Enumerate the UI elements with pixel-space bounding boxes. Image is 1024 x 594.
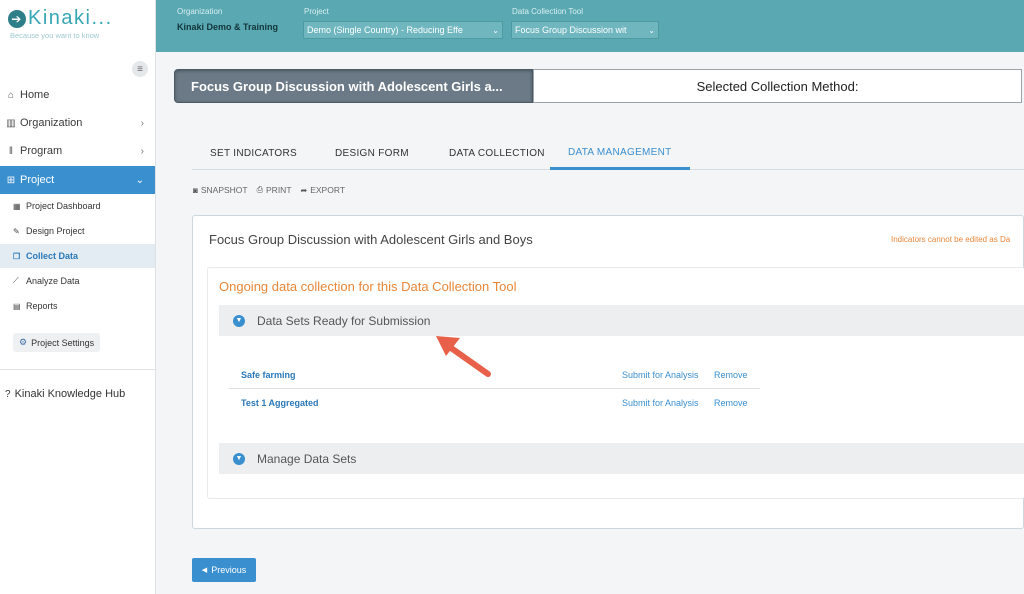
tool-select-value: Focus Group Discussion wit bbox=[515, 25, 627, 35]
panel-title: Focus Group Discussion with Adolescent G… bbox=[209, 232, 533, 247]
sidebar-subitem-label: Collect Data bbox=[26, 251, 79, 261]
sidebar: ➔ Kinaki... Because you want to know ≡ ⌂… bbox=[0, 0, 156, 594]
remove-link[interactable]: Remove bbox=[714, 398, 748, 408]
sidebar-subitem-label: Analyze Data bbox=[26, 276, 80, 286]
previous-button[interactable]: ◀ Previous bbox=[192, 558, 256, 582]
tool-select[interactable]: Focus Group Discussion wit ⌄ bbox=[511, 21, 659, 39]
sidebar-item-project[interactable]: ⊞ Project ⌄ bbox=[0, 166, 155, 194]
export-button[interactable]: ➦ EXPORT bbox=[301, 185, 346, 195]
sidebar-item-organization[interactable]: ▥ Organization › bbox=[0, 110, 155, 136]
ongoing-heading: Ongoing data collection for this Data Co… bbox=[219, 279, 517, 294]
chevron-down-icon: ⌄ bbox=[648, 25, 655, 35]
submit-for-analysis-link[interactable]: Submit for Analysis bbox=[622, 370, 699, 380]
panel-note: Indicators cannot be edited as Da bbox=[891, 235, 1011, 244]
chevron-right-icon: › bbox=[140, 117, 144, 129]
caret-left-icon: ◀ bbox=[201, 567, 208, 574]
sitemap-icon: ⊞ bbox=[6, 174, 16, 186]
snapshot-button[interactable]: ◙ SNAPSHOT bbox=[193, 185, 248, 195]
tab-bar: SET INDICATORS DESIGN FORM DATA COLLECTI… bbox=[192, 138, 1024, 170]
sidebar-item-label: Organization bbox=[20, 117, 83, 129]
table-row: Test 1 Aggregated Submit for Analysis Re… bbox=[229, 389, 760, 417]
export-label: EXPORT bbox=[310, 185, 346, 195]
columns-icon: ‖ bbox=[8, 145, 14, 157]
previous-label: Previous bbox=[211, 565, 247, 575]
sidebar-subitem-reports[interactable]: ▤ Reports bbox=[0, 294, 155, 318]
chevron-down-icon: ⌄ bbox=[135, 174, 144, 186]
logo[interactable]: ➔ Kinaki... Because you want to know bbox=[8, 7, 113, 40]
home-icon: ⌂ bbox=[7, 89, 15, 101]
print-button[interactable]: ⎙ PRINT bbox=[257, 185, 292, 195]
sidebar-subitem-label: Reports bbox=[26, 301, 58, 311]
project-label: Project bbox=[304, 7, 329, 16]
top-bar: Organization Kinaki Demo & Training Proj… bbox=[156, 0, 1024, 52]
action-toolbar: ◙ SNAPSHOT ⎙ PRINT ➦ EXPORT bbox=[193, 185, 354, 195]
data-management-panel: Focus Group Discussion with Adolescent G… bbox=[192, 215, 1024, 529]
camera-icon: ◙ bbox=[193, 185, 198, 195]
building-icon: ▥ bbox=[6, 117, 16, 129]
section-manage-data-sets[interactable]: ▼ Manage Data Sets bbox=[219, 443, 1024, 474]
snapshot-label: SNAPSHOT bbox=[200, 185, 248, 195]
chevron-down-icon: ⌄ bbox=[492, 25, 499, 35]
printer-icon: ⎙ bbox=[256, 185, 264, 194]
tab-data-collection[interactable]: DATA COLLECTION bbox=[449, 138, 545, 169]
sidebar-divider bbox=[0, 369, 155, 370]
gear-icon: ⚙ bbox=[19, 337, 28, 347]
tab-set-indicators[interactable]: SET INDICATORS bbox=[210, 138, 297, 169]
project-select[interactable]: Demo (Single Country) - Reducing Effe ⌄ bbox=[303, 21, 503, 39]
file-icon: ▤ bbox=[13, 301, 21, 311]
project-settings-label: Project Settings bbox=[31, 337, 95, 348]
logo-tagline: Because you want to know bbox=[10, 31, 100, 40]
tab-design-form[interactable]: DESIGN FORM bbox=[335, 138, 409, 169]
organization-label: Organization bbox=[177, 7, 223, 16]
tool-label: Data Collection Tool bbox=[512, 7, 584, 16]
submit-for-analysis-link[interactable]: Submit for Analysis bbox=[622, 398, 699, 408]
copy-icon: ❐ bbox=[13, 251, 21, 261]
sidebar-item-label: Project bbox=[20, 174, 55, 186]
annotation-arrow-icon bbox=[436, 336, 491, 377]
sidebar-item-program[interactable]: ‖ Program › bbox=[0, 138, 155, 164]
organization-value[interactable]: Kinaki Demo & Training bbox=[177, 22, 278, 32]
sidebar-item-knowledge-hub[interactable]: ? Kinaki Knowledge Hub bbox=[5, 388, 125, 400]
sidebar-item-home[interactable]: ⌂ Home bbox=[0, 82, 155, 108]
section-ready-label: Data Sets Ready for Submission bbox=[257, 313, 431, 328]
caret-down-icon: ▼ bbox=[233, 314, 245, 327]
chevron-right-icon: › bbox=[140, 145, 144, 157]
sidebar-subitem-analyze-data[interactable]: ⟋ Analyze Data bbox=[0, 269, 155, 293]
caret-down-icon: ▼ bbox=[233, 452, 245, 465]
menu-toggle-icon[interactable]: ≡ bbox=[132, 61, 148, 77]
print-label: PRINT bbox=[266, 185, 292, 195]
sidebar-subitem-label: Project Dashboard bbox=[26, 201, 101, 211]
dataset-name[interactable]: Safe farming bbox=[229, 370, 296, 380]
sidebar-item-label: Home bbox=[20, 89, 50, 101]
share-icon: ➦ bbox=[300, 185, 308, 195]
selected-collection-method: Selected Collection Method: bbox=[533, 69, 1022, 103]
section-ready-for-submission[interactable]: ▼ Data Sets Ready for Submission bbox=[219, 305, 1024, 336]
project-select-value: Demo (Single Country) - Reducing Effe bbox=[307, 25, 463, 35]
chart-icon: ⟋ bbox=[13, 276, 19, 285]
logo-name: Kinaki... bbox=[28, 7, 113, 29]
tab-data-management[interactable]: DATA MANAGEMENT bbox=[550, 138, 690, 170]
knowledge-hub-label: Kinaki Knowledge Hub bbox=[14, 388, 126, 400]
sidebar-subitem-project-dashboard[interactable]: ▦ Project Dashboard bbox=[0, 194, 155, 218]
sidebar-item-label: Program bbox=[20, 145, 63, 157]
dataset-name[interactable]: Test 1 Aggregated bbox=[229, 398, 319, 408]
pencil-icon: ✎ bbox=[13, 226, 20, 236]
sidebar-subitem-collect-data[interactable]: ❐ Collect Data bbox=[0, 244, 155, 268]
dashboard-icon: ▦ bbox=[13, 201, 21, 211]
sidebar-subitem-design-project[interactable]: ✎ Design Project bbox=[0, 219, 155, 243]
collection-tool-title: Focus Group Discussion with Adolescent G… bbox=[174, 69, 533, 103]
project-settings-button[interactable]: ⚙ Project Settings bbox=[13, 333, 101, 352]
question-icon: ? bbox=[5, 388, 11, 400]
ongoing-collection-box: Ongoing data collection for this Data Co… bbox=[207, 267, 1024, 499]
sidebar-subitem-label: Design Project bbox=[26, 226, 85, 236]
section-manage-label: Manage Data Sets bbox=[257, 451, 357, 466]
remove-link[interactable]: Remove bbox=[714, 370, 748, 380]
circle-arrow-icon: ➔ bbox=[8, 9, 26, 28]
